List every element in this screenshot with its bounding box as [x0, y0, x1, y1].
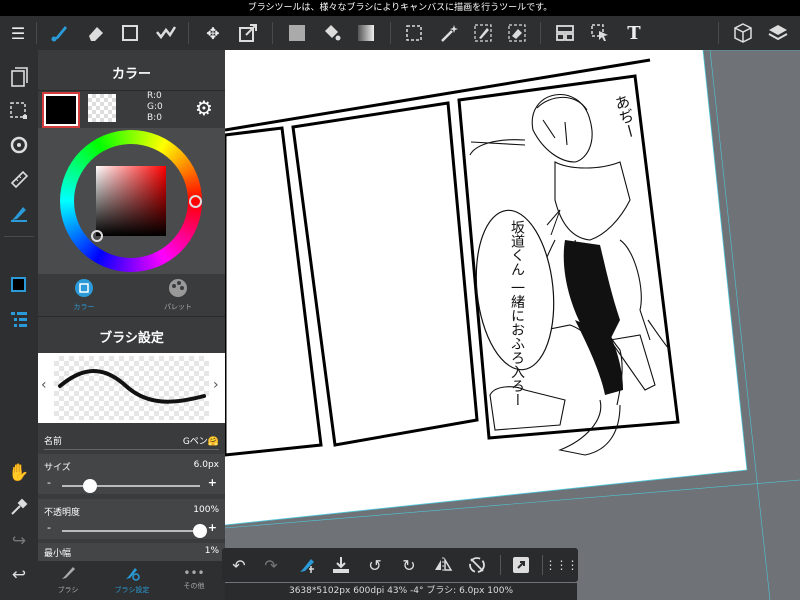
color-panel-title: カラー [111, 67, 151, 82]
opacity-plus-button[interactable]: + [208, 521, 217, 534]
gear-icon[interactable]: ⚙ [190, 94, 218, 122]
left-tool-strip: ✋ ↪ ↩ [0, 50, 38, 600]
opacity-label: 不透明度 [44, 508, 81, 518]
opacity-value: 100% [193, 505, 219, 515]
rgb-b-value: B:0 [147, 113, 162, 123]
eraser-icon[interactable] [80, 16, 112, 50]
color-handle[interactable] [91, 230, 103, 242]
opacity-minus-button[interactable]: - [47, 521, 51, 534]
page-icon[interactable] [0, 60, 38, 94]
size-minus-button[interactable]: - [47, 476, 51, 489]
layer-list-icon[interactable] [0, 302, 38, 336]
snap-pen-icon[interactable] [0, 196, 38, 230]
move-icon[interactable]: ✥ [197, 16, 229, 50]
undo-icon[interactable]: ↩ [0, 558, 38, 592]
bottom-action-bar: ↶ ↷ ↺ ↻ ⋮⋮⋮ [222, 548, 579, 582]
eraser-select-icon[interactable] [501, 16, 533, 50]
tab-brush[interactable]: ブラシ [48, 565, 88, 595]
preview-prev-icon[interactable]: ‹ [41, 377, 47, 393]
3d-icon[interactable] [727, 16, 759, 50]
brush-eraser-toggle-icon[interactable] [290, 548, 324, 582]
size-plus-button[interactable]: + [208, 476, 217, 489]
grid-menu-icon[interactable]: ⋮⋮⋮ [544, 548, 579, 582]
size-label: サイズ [44, 463, 71, 473]
select-icon[interactable] [398, 16, 430, 50]
top-toolbar: ☰ ✥ T [0, 16, 800, 50]
magic-wand-icon[interactable] [433, 16, 465, 50]
flip-icon[interactable] [426, 548, 460, 582]
size-row: サイズ 6.0px - + [38, 454, 225, 494]
hand-icon[interactable]: ✋ [0, 456, 38, 490]
tab-palette-label: パレット [164, 303, 192, 311]
rotate-right-icon[interactable]: ↻ [392, 548, 426, 582]
menu-icon[interactable]: ☰ [2, 16, 34, 50]
eyedropper-icon[interactable] [0, 490, 38, 524]
rotate-left-icon[interactable]: ↺ [358, 548, 392, 582]
tab-brush-label: ブラシ [57, 586, 79, 594]
pen-select-icon[interactable] [467, 16, 499, 50]
shape-icon[interactable] [114, 16, 146, 50]
save-icon[interactable] [324, 548, 358, 582]
redo-button[interactable]: ↷ [254, 548, 288, 582]
export-icon[interactable] [504, 548, 538, 582]
tab-palette[interactable]: パレット [158, 278, 198, 312]
hue-handle[interactable] [189, 195, 202, 208]
layers-icon[interactable] [762, 16, 794, 50]
speech-text: 坂道くん 一緒におふろ入ろー [509, 220, 525, 406]
min-width-label: 最小幅 [44, 549, 72, 559]
side-panel: カラー R:0 G:0 B:0 ⚙ カラー パレット ブラシ設定 ‹ › 名前 … [38, 50, 225, 600]
brush-settings-title: ブラシ設定 [99, 331, 164, 346]
status-message: ブラシツールは、様々なブラシによりキャンバスに描画を行うツールです。 [0, 0, 800, 16]
layout-icon[interactable] [549, 16, 581, 50]
transform-icon[interactable] [232, 16, 264, 50]
brush-name-value: Gペン🤗 [182, 437, 219, 447]
tab-color[interactable]: カラー [68, 278, 100, 312]
tab-brush-settings[interactable]: ブラシ設定 [110, 565, 154, 595]
main-color-swatch[interactable] [42, 92, 80, 128]
correction-icon[interactable] [150, 16, 182, 50]
rgb-r-value: R:0 [147, 91, 162, 101]
selection-icon[interactable] [0, 94, 38, 128]
canvas-area[interactable]: 坂道くん 一緒におふろ入ろー あぢー [225, 50, 800, 600]
rgb-g-value: G:0 [147, 102, 163, 112]
opacity-slider[interactable] [62, 530, 200, 532]
manga-canvas: 坂道くん 一緒におふろ入ろー あぢー [225, 50, 800, 600]
opacity-slider-knob[interactable] [193, 524, 207, 538]
canvas-info-bar: 3638*5102px 600dpi 43% -4° ブラシ: 6.0px 10… [225, 583, 577, 600]
size-value: 6.0px [193, 460, 219, 470]
gradient-icon[interactable] [350, 16, 382, 50]
fill-color-icon[interactable] [281, 16, 313, 50]
preview-next-icon[interactable]: › [213, 377, 219, 393]
more-icon: ••• [183, 566, 205, 580]
min-width-value: 1% [204, 546, 219, 556]
brush-name-label: 名前 [44, 437, 63, 447]
rotate-canvas-icon[interactable] [0, 128, 38, 162]
brush-name-row[interactable]: 名前 Gペン🤗 [38, 428, 225, 452]
bucket-icon[interactable] [315, 16, 347, 50]
color-swatch-icon[interactable] [0, 268, 38, 302]
undo-button[interactable]: ↶ [222, 548, 256, 582]
opacity-row: 不透明度 100% - + [38, 499, 225, 539]
sub-color-swatch[interactable] [88, 94, 116, 122]
object-select-icon[interactable] [584, 16, 616, 50]
min-width-row: 最小幅 1% [38, 543, 225, 561]
saturation-value-square[interactable] [96, 166, 166, 236]
tab-brush-settings-label: ブラシ設定 [114, 586, 150, 594]
brush-icon[interactable] [44, 16, 76, 50]
text-icon[interactable]: T [618, 16, 650, 50]
redo-icon[interactable]: ↪ [0, 524, 38, 558]
tab-other-label: その他 [183, 582, 205, 590]
tab-color-label: カラー [73, 303, 95, 311]
reset-rotation-icon[interactable] [460, 548, 494, 582]
brush-preview[interactable]: ‹ › [38, 353, 225, 423]
ruler-icon[interactable] [0, 162, 38, 196]
size-slider-knob[interactable] [82, 479, 97, 493]
tab-other[interactable]: ••• その他 [174, 565, 214, 591]
